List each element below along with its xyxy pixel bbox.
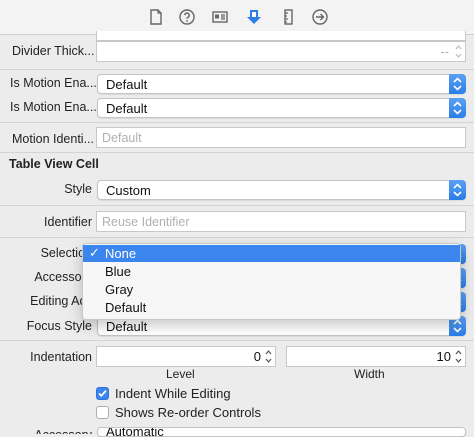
menu-item-none[interactable]: ✓ None: [83, 245, 460, 262]
level-input[interactable]: 0: [96, 346, 276, 367]
motion-identifier-label: Motion Identi...: [12, 132, 94, 146]
identifier-label: Identifier: [44, 215, 92, 229]
checkmark-icon: ✓: [89, 245, 100, 260]
divider-placeholder: --: [440, 45, 449, 59]
style-label: Style: [64, 182, 92, 196]
motion-enabled-value-1: Default: [106, 77, 148, 92]
stepper-icon[interactable]: [454, 43, 463, 60]
accessory-label: Accessory: [34, 270, 92, 284]
popup-arrows-icon: [449, 180, 466, 200]
popup-arrows-icon: [449, 98, 466, 118]
popup-arrows-icon: [449, 74, 466, 94]
selection-label: Selection: [40, 246, 92, 260]
indent-while-editing-checkbox[interactable]: [96, 387, 109, 400]
editing-accessory-label: Editing Acc: [30, 294, 92, 308]
shows-reorder-label: Shows Re-order Controls: [115, 405, 261, 420]
identifier-input[interactable]: Reuse Identifier: [96, 211, 466, 232]
selection-dropdown-menu: ✓ None Blue Gray Default: [82, 243, 461, 320]
file-icon[interactable]: [147, 8, 165, 26]
checkmark-icon: [98, 390, 107, 397]
identity-icon[interactable]: [211, 8, 229, 26]
divider-thickness-field[interactable]: [96, 31, 466, 41]
width-stepper-icon[interactable]: [454, 348, 463, 365]
width-input[interactable]: 10: [286, 346, 466, 367]
style-popup[interactable]: Custom: [97, 180, 466, 200]
attributes-icon[interactable]: [245, 8, 263, 26]
attributes-inspector: Divider Thick... -- Is Motion Ena... Def…: [0, 31, 474, 437]
accessory-type-popup[interactable]: Automatic: [97, 427, 466, 437]
divider-thickness-label: Divider Thick...: [12, 44, 95, 58]
level-stepper-icon[interactable]: [264, 348, 273, 365]
inspector-toolbar: [0, 0, 474, 35]
indentation-label: Indentation: [30, 350, 92, 364]
width-caption: Width: [354, 367, 385, 381]
ruler-icon[interactable]: [280, 8, 298, 26]
focus-style-value: Default: [106, 319, 148, 334]
focus-style-label: Focus Style: [26, 319, 92, 333]
motion-identifier-input[interactable]: Default: [96, 127, 466, 148]
level-caption: Level: [166, 367, 195, 381]
help-icon[interactable]: [178, 8, 196, 26]
shows-reorder-checkbox[interactable]: [96, 406, 109, 419]
accessory-type-label: Accessory: [12, 428, 92, 434]
menu-item-default[interactable]: Default: [83, 299, 460, 316]
width-value: 10: [436, 349, 451, 364]
motion-enabled-value-2: Default: [106, 101, 148, 116]
menu-item-blue[interactable]: Blue: [83, 263, 460, 280]
menu-item-gray[interactable]: Gray: [83, 281, 460, 298]
identifier-placeholder: Reuse Identifier: [102, 215, 190, 229]
connections-icon[interactable]: [311, 8, 329, 26]
motion-enabled-label-1: Is Motion Ena...: [10, 76, 97, 90]
section-title: Table View Cell: [9, 157, 99, 171]
motion-enabled-label-2: Is Motion Ena...: [10, 100, 97, 114]
indent-while-editing-label: Indent While Editing: [115, 386, 231, 401]
divider-thickness-input[interactable]: --: [96, 41, 466, 62]
style-value: Custom: [106, 183, 151, 198]
accessory-type-value: Automatic: [106, 427, 164, 437]
motion-enabled-popup-2[interactable]: Default: [97, 98, 466, 118]
motion-identifier-placeholder: Default: [102, 131, 142, 145]
level-value: 0: [253, 349, 261, 364]
motion-enabled-popup-1[interactable]: Default: [97, 74, 466, 94]
